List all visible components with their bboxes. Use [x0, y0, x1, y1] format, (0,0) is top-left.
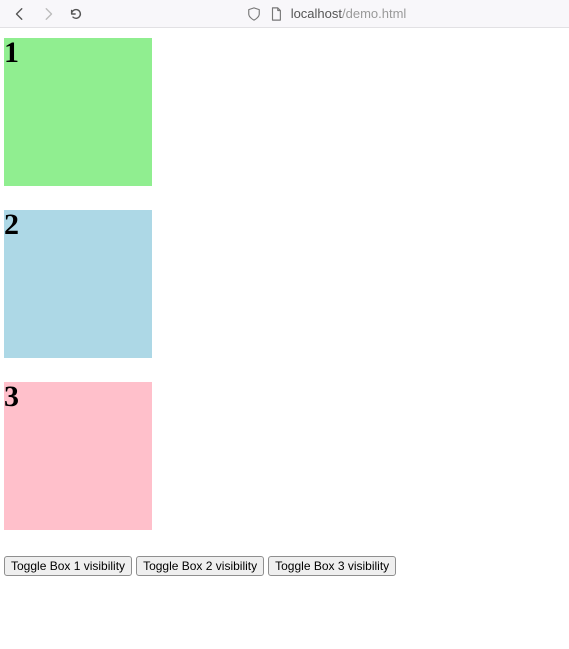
address-bar[interactable]: localhost/demo.html [94, 6, 559, 21]
box-label: 3 [4, 380, 19, 413]
forward-button[interactable] [38, 4, 58, 24]
box-2: 2 [4, 210, 152, 358]
box-label: 1 [4, 36, 19, 69]
box-label: 2 [4, 208, 19, 241]
page-icon [269, 7, 283, 21]
browser-toolbar: localhost/demo.html [0, 0, 569, 28]
shield-icon [247, 7, 261, 21]
toggle-box-3-button[interactable]: Toggle Box 3 visibility [268, 556, 396, 576]
box-3: 3 [4, 382, 152, 530]
button-row: Toggle Box 1 visibility Toggle Box 2 vis… [0, 554, 569, 578]
box-1: 1 [4, 38, 152, 186]
page-content: 1 2 3 Toggle Box 1 visibility Toggle Box… [0, 38, 569, 578]
url-text: localhost/demo.html [291, 6, 407, 21]
reload-button[interactable] [66, 4, 86, 24]
toggle-box-1-button[interactable]: Toggle Box 1 visibility [4, 556, 132, 576]
toggle-box-2-button[interactable]: Toggle Box 2 visibility [136, 556, 264, 576]
url-host: localhost [291, 6, 342, 21]
arrow-right-icon [41, 7, 55, 21]
arrow-left-icon [13, 7, 27, 21]
back-button[interactable] [10, 4, 30, 24]
url-path: /demo.html [342, 6, 406, 21]
reload-icon [69, 7, 83, 21]
